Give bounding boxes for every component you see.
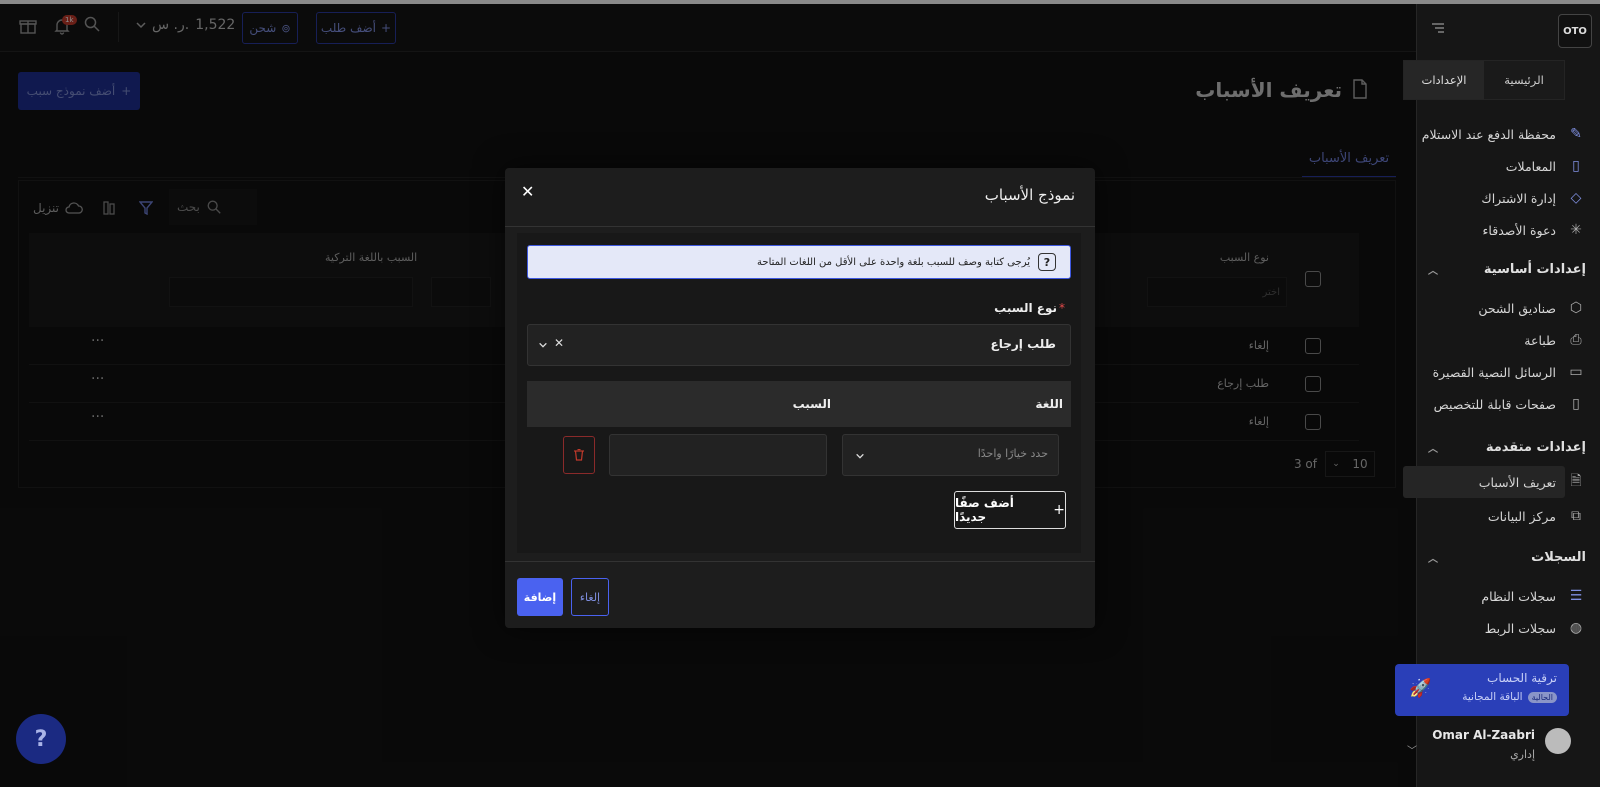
section-basic-label: إعدادات أساسية xyxy=(1483,262,1586,277)
sidebar-item-data-center[interactable]: مركز البيانات ⧉ xyxy=(1488,504,1586,528)
sidebar-item-sms[interactable]: الرسائل النصية القصيرة ▭ xyxy=(1433,360,1586,384)
phone-icon: ▯ xyxy=(1572,158,1580,174)
phone-icon: ▯ xyxy=(1572,396,1580,412)
delete-row-button[interactable] xyxy=(563,436,595,474)
column-language: اللغة xyxy=(1035,397,1063,411)
reason-type-label: نوع السبب xyxy=(994,301,1057,315)
chevron-down-icon xyxy=(855,450,865,464)
plan-name: الباقة المجانية xyxy=(1462,691,1523,703)
collapse-menu-icon[interactable] xyxy=(1431,22,1445,37)
printer-icon: ⎙ xyxy=(1570,332,1582,348)
section-basic-settings[interactable]: ︿ إعدادات أساسية xyxy=(1428,262,1586,277)
modal-header-divider xyxy=(505,226,1095,227)
sidebar-item-label: محفظة الدفع عند الاستلام xyxy=(1421,126,1556,142)
section-logs[interactable]: ︿ السجلات xyxy=(1428,550,1586,565)
sidebar-item-subscription[interactable]: إدارة الاشتراك ◇ xyxy=(1481,186,1586,210)
language-table-header: اللغة السبب xyxy=(527,381,1071,427)
trash-icon xyxy=(574,449,584,461)
avatar xyxy=(1545,728,1571,754)
plan-row: الباقة المجانية الحالية xyxy=(1462,691,1557,703)
close-icon[interactable]: ✕ xyxy=(521,182,534,201)
chevron-up-icon: ︿ xyxy=(1428,266,1438,277)
rocket-icon: 🚀 xyxy=(1409,678,1432,699)
app-logo-text: OTO xyxy=(1563,25,1587,37)
modal-footer-divider xyxy=(505,561,1095,562)
sidebar-item-label: طباعة xyxy=(1524,332,1556,348)
chevron-up-icon: ︿ xyxy=(1428,554,1438,565)
tab-settings[interactable]: الإعدادات xyxy=(1404,61,1484,99)
column-reason: السبب xyxy=(792,397,831,411)
sidebar-item-reasons[interactable]: تعريف الأسباب 🗎 xyxy=(1479,470,1586,494)
add-row-label: أضف صفًا جديدًا xyxy=(955,496,1014,524)
sidebar-item-integration-logs[interactable]: سجلات الربط ◍ xyxy=(1485,616,1586,640)
upgrade-title: ترقية الحساب xyxy=(1487,671,1557,685)
plus-icon: + xyxy=(1053,502,1065,518)
sidebar-item-cod-wallet[interactable]: محفظة الدفع عند الاستلام ✎ xyxy=(1422,122,1586,146)
chevron-down-icon: ﹀ xyxy=(1407,746,1417,757)
reason-type-label-row: نوع السبب * xyxy=(994,301,1065,315)
current-plan-badge: الحالية xyxy=(1527,691,1557,703)
section-advanced-label: إعدادات متقدمة xyxy=(1485,440,1586,455)
box-icon: ⬡ xyxy=(1569,300,1583,316)
submit-add-button[interactable]: إضافة xyxy=(517,578,563,616)
sidebar-item-label: صفحات قابلة للتخصيص xyxy=(1433,396,1556,412)
reason-type-select[interactable]: طلب إرجاع ✕ xyxy=(527,324,1071,366)
globe-icon: ◍ xyxy=(1569,620,1583,636)
sidebar-item-label: صناديق الشحن xyxy=(1478,300,1556,316)
tab-home-label: الرئيسية xyxy=(1504,73,1544,87)
sidebar-item-system-logs[interactable]: سجلات النظام ☰ xyxy=(1481,584,1586,608)
modal-body: يُرجى كتابة وصف للسبب بلغة واحدة على الأ… xyxy=(517,233,1081,553)
sidebar-item-transactions[interactable]: المعاملات ▯ xyxy=(1506,154,1586,178)
reason-type-value: طلب إرجاع xyxy=(990,337,1056,351)
section-advanced-settings[interactable]: ︿ إعدادات متقدمة xyxy=(1428,440,1586,455)
cancel-button[interactable]: إلغاء xyxy=(571,578,609,616)
sidebar-item-label: سجلات الربط xyxy=(1484,620,1556,636)
help-label: ? xyxy=(34,726,48,752)
sidebar-item-label: الرسائل النصية القصيرة xyxy=(1432,364,1556,380)
user-role: إداري xyxy=(1510,748,1535,761)
diamond-icon: ◇ xyxy=(1570,190,1582,206)
sidebar-item-label: دعوة الأصدقاء xyxy=(1482,222,1556,238)
sidebar-item-invite-friends[interactable]: دعوة الأصدقاء ✳ xyxy=(1483,218,1586,242)
reason-input[interactable] xyxy=(609,434,827,476)
help-button[interactable]: ? xyxy=(16,714,66,764)
sidebar-item-label: تعريف الأسباب xyxy=(1478,474,1556,490)
pen-icon: ✎ xyxy=(1570,126,1582,142)
sidebar-item-shipping-boxes[interactable]: صناديق الشحن ⬡ xyxy=(1478,296,1586,320)
reasons-modal: نموذج الأسباب ✕ يُرجى كتابة وصف للسبب بل… xyxy=(505,168,1095,628)
question-icon: ? xyxy=(1038,253,1056,271)
section-logs-label: السجلات xyxy=(1531,550,1586,565)
sidebar-item-label: المعاملات xyxy=(1505,158,1556,174)
chevron-up-icon: ︿ xyxy=(1428,444,1438,455)
info-text: يُرجى كتابة وصف للسبب بلغة واحدة على الأ… xyxy=(757,256,1030,268)
sidebar-item-label: سجلات النظام xyxy=(1481,588,1556,604)
upgrade-card[interactable]: ترقية الحساب الباقة المجانية الحالية 🚀 xyxy=(1395,664,1569,716)
chevron-down-icon[interactable] xyxy=(538,339,548,353)
clear-icon[interactable]: ✕ xyxy=(554,336,564,350)
required-asterisk: * xyxy=(1059,301,1065,315)
network-icon: ✳ xyxy=(1570,222,1582,238)
language-select[interactable]: حدد خيارًا واحدًا xyxy=(842,434,1059,476)
app-logo[interactable]: OTO xyxy=(1558,14,1592,48)
documents-icon: ⧉ xyxy=(1571,508,1581,524)
tab-home[interactable]: الرئيسية xyxy=(1484,61,1564,99)
sidebar-item-label: إدارة الاشتراك xyxy=(1481,190,1556,206)
language-placeholder: حدد خيارًا واحدًا xyxy=(977,447,1048,460)
info-alert: يُرجى كتابة وصف للسبب بلغة واحدة على الأ… xyxy=(527,245,1071,279)
submit-add-label: إضافة xyxy=(523,590,557,604)
modal-title: نموذج الأسباب xyxy=(984,186,1075,204)
add-row-button[interactable]: أضف صفًا جديدًا + xyxy=(954,491,1066,529)
user-profile[interactable]: Omar Al-Zaabri إداري ﹀ xyxy=(1403,722,1571,774)
cancel-label: إلغاء xyxy=(579,590,601,604)
tab-settings-label: الإعدادات xyxy=(1421,73,1467,87)
sidebar-item-label: مركز البيانات xyxy=(1487,508,1556,524)
sidebar-item-custom-pages[interactable]: صفحات قابلة للتخصيص ▯ xyxy=(1434,392,1586,416)
sidebar: OTO الإعدادات الرئيسية محفظة الدفع عند ا… xyxy=(1395,4,1600,787)
list-icon: ☰ xyxy=(1569,588,1583,604)
document-settings-icon: 🗎 xyxy=(1570,473,1582,489)
sidebar-tabs: الإعدادات الرئيسية xyxy=(1403,60,1565,100)
message-icon: ▭ xyxy=(1569,364,1583,380)
user-name: Omar Al-Zaabri xyxy=(1432,728,1535,742)
sidebar-item-printing[interactable]: طباعة ⎙ xyxy=(1524,328,1586,352)
